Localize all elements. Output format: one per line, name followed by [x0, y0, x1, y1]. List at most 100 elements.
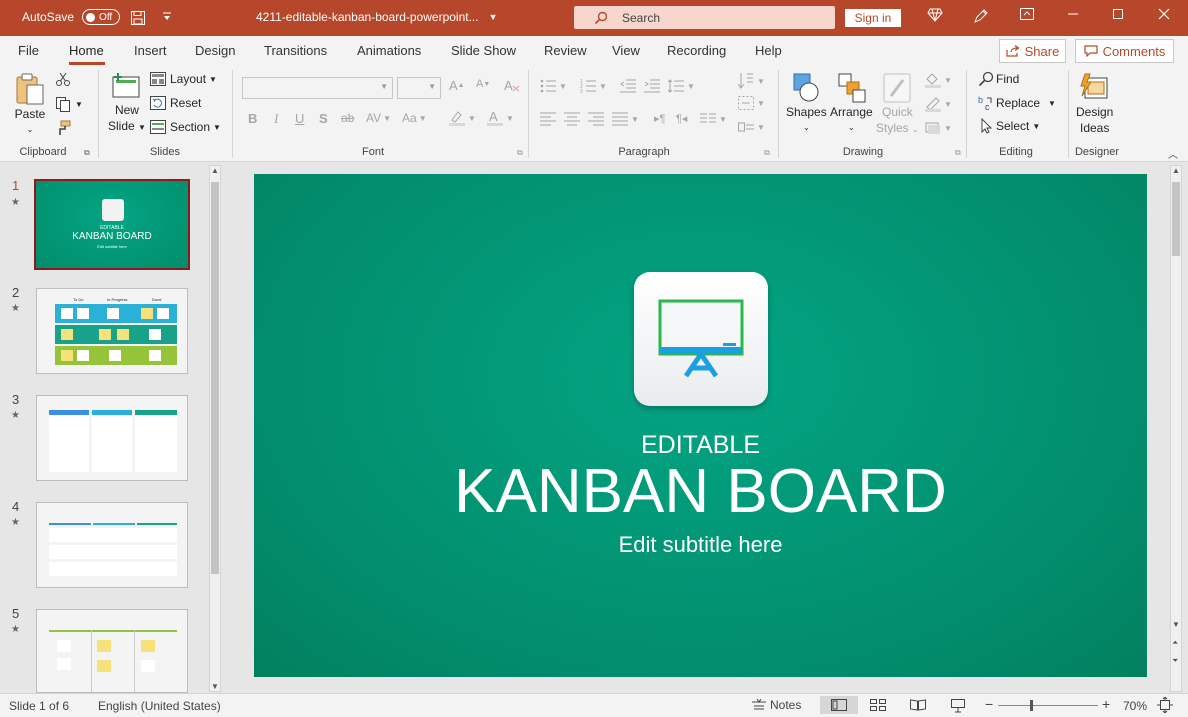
slide-thumbnail-3[interactable] [36, 395, 188, 481]
arrange-button[interactable]: Arrange ⌄ [830, 72, 873, 136]
scrollbar-thumb[interactable] [211, 182, 219, 574]
slideshow-button[interactable] [950, 699, 966, 713]
tab-insert[interactable]: Insert [134, 43, 167, 58]
save-icon[interactable] [130, 10, 146, 26]
line-spacing-icon[interactable]: ▼ [668, 79, 695, 93]
text-direction-icon[interactable]: ▼ [738, 72, 765, 90]
scroll-down-icon[interactable]: ▼ [1172, 620, 1180, 629]
increase-font-icon[interactable]: A ▲ [449, 78, 465, 93]
paragraph-launcher-icon[interactable]: ⧉ [764, 148, 770, 158]
scroll-down-icon[interactable]: ▼ [211, 682, 219, 691]
smartart-icon[interactable]: ▼ [738, 120, 765, 134]
next-slide-icon[interactable]: ⏷ [1172, 656, 1178, 666]
change-case-icon[interactable]: Aa ▼ [402, 111, 427, 125]
bullets-icon[interactable]: ▼ [540, 79, 567, 93]
tab-home[interactable]: Home [69, 43, 104, 58]
language-status[interactable]: English (United States) [98, 699, 221, 713]
drawing-launcher-icon[interactable]: ⧉ [955, 148, 961, 158]
pen-icon[interactable] [971, 8, 991, 24]
text-shadow-icon[interactable]: S [319, 111, 328, 126]
close-icon[interactable] [1154, 8, 1174, 20]
notes-button[interactable]: Notes [752, 698, 801, 712]
tab-view[interactable]: View [612, 43, 640, 58]
slide-subtitle[interactable]: Edit subtitle here [254, 532, 1147, 558]
slide-thumbnail-2[interactable]: To Do In Progress Done [36, 288, 188, 374]
increase-indent-icon[interactable] [644, 79, 660, 93]
ribbon-display-icon[interactable] [1017, 8, 1037, 20]
font-size-combobox[interactable]: ▼ [397, 77, 441, 99]
scroll-up-icon[interactable]: ▲ [211, 166, 219, 175]
autosave-control[interactable]: AutoSave Off [22, 9, 121, 25]
scrollbar-thumb[interactable] [1172, 182, 1180, 256]
font-launcher-icon[interactable]: ⧉ [517, 148, 523, 158]
cut-icon[interactable] [55, 71, 71, 87]
shape-outline-icon[interactable]: ▼ [924, 96, 952, 112]
find-button[interactable]: Find [978, 71, 1019, 87]
copy-icon[interactable]: ▼ [55, 96, 83, 112]
justify-icon[interactable]: ▼ [612, 112, 639, 126]
autosave-toggle[interactable]: Off [82, 9, 121, 25]
tab-animations[interactable]: Animations [357, 43, 421, 58]
font-name-combobox[interactable]: ▼ [242, 77, 393, 99]
fit-to-window-icon[interactable] [1157, 697, 1173, 713]
section-button[interactable]: Section ▼ [150, 120, 221, 134]
quick-styles-button[interactable]: Quick Styles ⌄ [876, 72, 919, 138]
tab-file[interactable]: File [18, 43, 39, 58]
share-button[interactable]: Share [999, 39, 1066, 63]
tab-transitions[interactable]: Transitions [264, 43, 327, 58]
shape-fill-icon[interactable]: ▼ [924, 72, 952, 88]
ltr-text-icon[interactable]: ▸¶ [654, 112, 665, 125]
document-title[interactable]: 4211-editable-kanban-board-powerpoint...… [256, 10, 498, 24]
zoom-out-icon[interactable]: − [985, 696, 993, 712]
search-box[interactable]: Search [574, 6, 835, 29]
layout-button[interactable]: Layout ▼ [150, 72, 217, 86]
align-right-icon[interactable] [588, 112, 604, 126]
character-spacing-icon[interactable]: AV ▼ [366, 111, 391, 125]
numbering-icon[interactable]: 1 2 3 ▼ [580, 79, 607, 93]
decrease-font-icon[interactable]: A ▼ [476, 78, 490, 90]
thumbnail-scrollbar[interactable]: ▲ ▼ [209, 165, 221, 692]
sign-in-button[interactable]: Sign in [845, 9, 901, 27]
select-button[interactable]: Select ▼ [978, 118, 1040, 134]
paste-button[interactable]: Paste ⌄ [14, 72, 46, 138]
clipboard-launcher-icon[interactable]: ⧉ [84, 148, 90, 158]
strikethrough-icon[interactable]: ab [341, 111, 354, 125]
scroll-up-icon[interactable]: ▲ [1172, 166, 1180, 175]
underline-icon[interactable]: U [295, 111, 304, 126]
previous-slide-icon[interactable]: ⏶ [1172, 638, 1178, 648]
bold-icon[interactable]: B [248, 111, 257, 126]
italic-icon[interactable]: I [274, 111, 278, 127]
tab-review[interactable]: Review [544, 43, 587, 58]
minimize-icon[interactable] [1063, 8, 1083, 20]
zoom-level[interactable]: 70% [1123, 699, 1147, 713]
decrease-indent-icon[interactable] [620, 79, 636, 93]
align-left-icon[interactable] [540, 112, 556, 126]
normal-view-button[interactable] [820, 696, 858, 714]
replace-button[interactable]: bc Replace ▼ [978, 95, 1056, 111]
reading-view-button[interactable] [910, 699, 926, 711]
title-dropdown-icon[interactable]: ▼ [489, 12, 498, 22]
zoom-slider[interactable] [998, 705, 1098, 706]
slide-thumbnail-1[interactable]: EDITABLE KANBAN BOARD Edit subtitle here [34, 179, 190, 270]
maximize-icon[interactable] [1108, 8, 1128, 20]
font-color-icon[interactable]: A ▼ [486, 110, 514, 126]
tab-slide-show[interactable]: Slide Show [451, 43, 516, 58]
comments-button[interactable]: Comments [1075, 39, 1174, 63]
align-center-icon[interactable] [564, 112, 580, 126]
new-slide-button[interactable]: New Slide ▼ [108, 72, 146, 136]
collapse-ribbon-icon[interactable]: ︿ [1168, 146, 1178, 161]
slide-thumbnail-4[interactable] [36, 502, 188, 588]
editor-scrollbar[interactable]: ▲ ▼ ⏶ ⏷ [1170, 165, 1182, 692]
zoom-slider-thumb[interactable] [1030, 700, 1033, 711]
shape-effects-icon[interactable]: ▼ [924, 120, 952, 136]
reset-button[interactable]: Reset [150, 96, 201, 110]
highlight-color-icon[interactable]: ▼ [448, 110, 476, 126]
design-ideas-button[interactable]: Design Ideas [1076, 72, 1113, 136]
tab-help[interactable]: Help [755, 43, 782, 58]
slide-canvas[interactable]: EDITABLE KANBAN BOARD Edit subtitle here [254, 174, 1147, 677]
slide-sorter-button[interactable] [870, 699, 886, 711]
columns-icon[interactable]: ▼ [700, 112, 727, 126]
zoom-in-icon[interactable]: + [1102, 696, 1110, 712]
tab-design[interactable]: Design [195, 43, 235, 58]
shapes-button[interactable]: Shapes ⌄ [786, 72, 827, 136]
